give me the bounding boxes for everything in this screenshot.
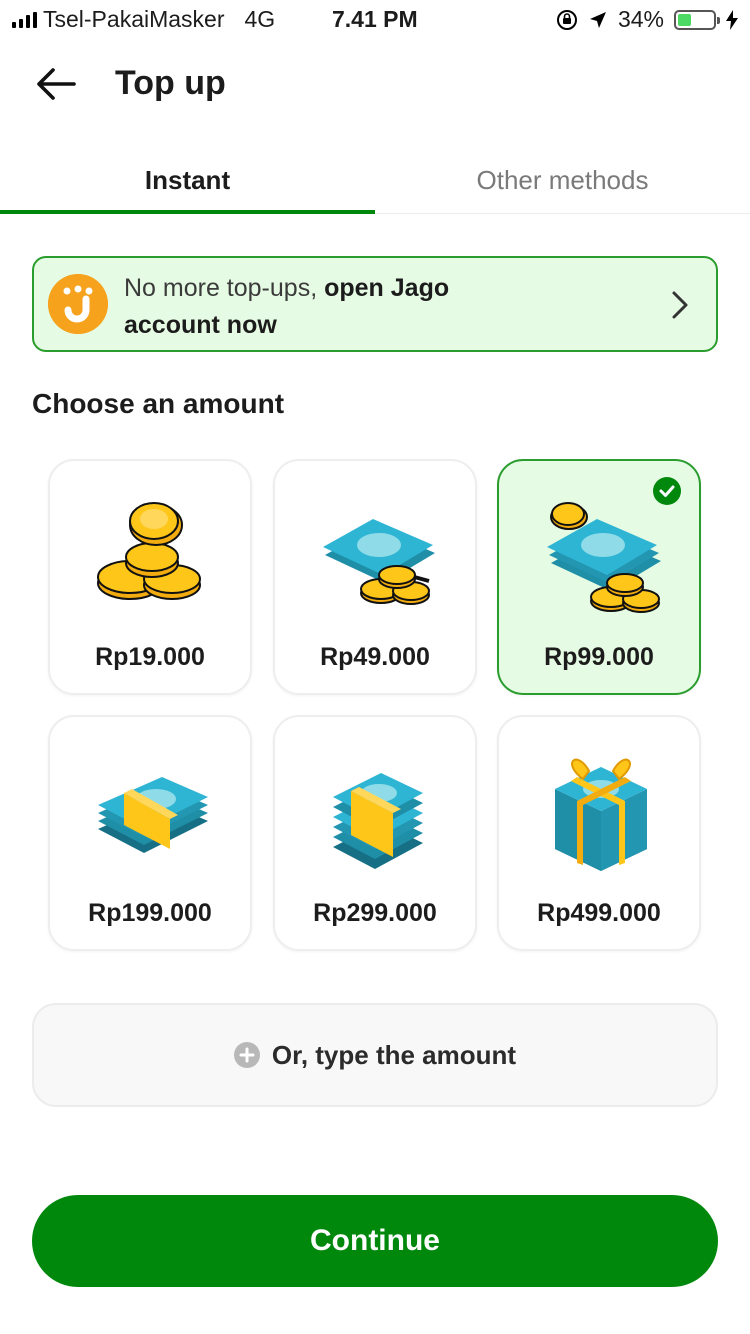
carrier-name: Tsel-PakaiMasker [43,6,225,32]
amount-card-19000[interactable]: Rp19.000 [48,459,252,695]
money-gift-icon [555,758,647,871]
tab-bar: Instant Other methods [0,150,750,216]
jago-promo-banner[interactable]: No more top-ups, open Jago account now [32,256,718,352]
amount-card-199000[interactable]: Rp199.000 [48,715,252,951]
amount-label: Rp199.000 [88,899,212,927]
money-bundle-icon [98,777,208,853]
continue-button[interactable]: Continue [32,1195,718,1287]
banner-text-regular: No more top-ups, [124,274,318,302]
chevron-right-icon [672,291,688,319]
charging-bolt-icon [726,9,738,30]
amount-label: Rp19.000 [95,643,205,671]
back-arrow-icon[interactable] [36,66,76,102]
banner-text-bold-1: open Jago [324,274,450,302]
page-title: Top up [115,64,226,102]
amount-label: Rp499.000 [537,899,661,927]
battery-percent: 34% [617,6,664,32]
amount-label: Rp299.000 [313,899,437,927]
amount-label: Rp49.000 [320,643,430,671]
type-amount-button[interactable]: Or, type the amount [32,1003,718,1107]
bill-coins-icon [323,519,435,605]
orientation-lock-icon [556,9,577,30]
amount-card-99000[interactable]: Rp99.000 [497,459,701,695]
jago-logo-icon [48,274,108,334]
type-amount-label: Or, type the amount [271,1039,517,1070]
amount-card-299000[interactable]: Rp299.000 [273,715,477,951]
signal-icon [12,11,37,28]
clock: 7.41 PM [332,6,418,32]
battery-icon [674,9,720,30]
amount-card-49000[interactable]: Rp49.000 [273,459,477,695]
plus-circle-icon [233,1042,260,1068]
coins-icon [97,502,201,600]
app-header: Top up [0,50,750,120]
banner-text-bold-2: account now [124,311,277,339]
status-bar: Tsel-PakaiMasker 4G 7.41 PM 34% [0,0,750,40]
tab-other-methods[interactable]: Other methods [375,150,750,210]
amount-card-499000[interactable]: Rp499.000 [497,715,701,951]
section-title: Choose an amount [32,388,285,419]
banner-text: No more top-ups, open Jago account now [124,270,624,344]
active-tab-indicator [0,210,375,214]
tab-instant[interactable]: Instant [0,150,375,210]
location-arrow-icon [589,11,606,28]
network-type: 4G [244,6,276,32]
amount-label: Rp99.000 [544,643,654,671]
money-stack-icon [333,773,423,869]
bills-coins-icon [547,502,661,613]
